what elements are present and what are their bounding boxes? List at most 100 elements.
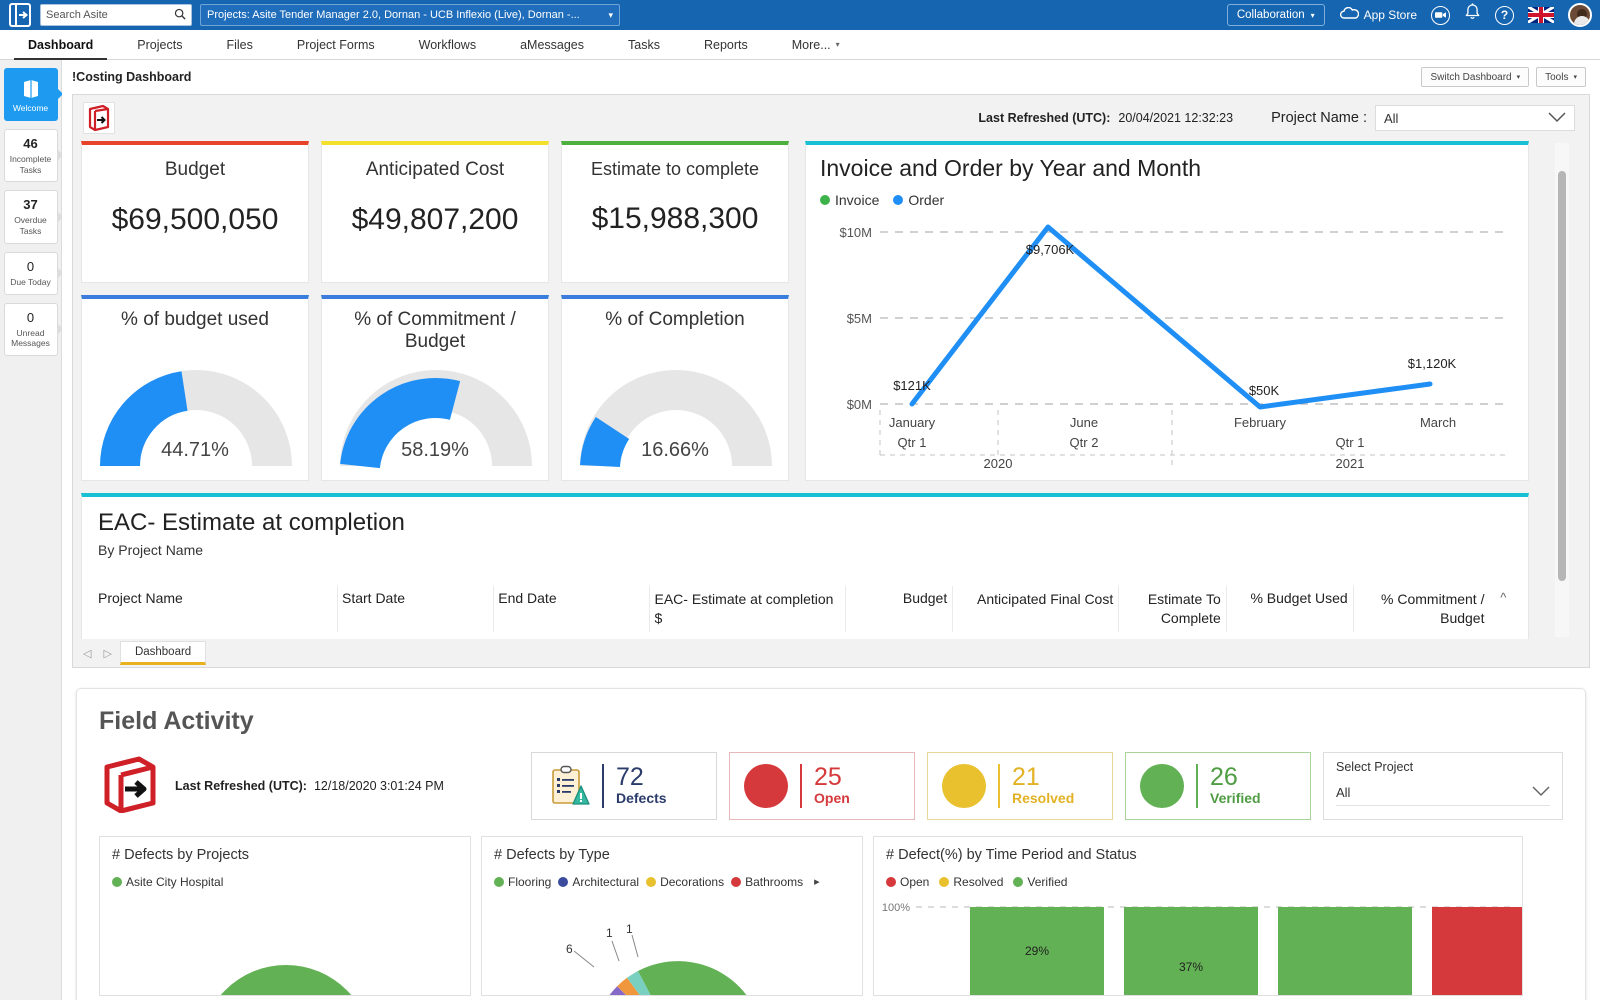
report-scrollbar-thumb[interactable]: [1558, 171, 1566, 581]
svg-text:$5M: $5M: [847, 311, 872, 326]
legend-item-flooring[interactable]: Flooring: [494, 875, 551, 889]
eac-column-estimate-to-complete[interactable]: Estimate To Complete: [1123, 586, 1231, 632]
tools-button[interactable]: Tools ▾: [1536, 67, 1586, 87]
user-avatar-icon[interactable]: [1568, 3, 1592, 27]
nav-tab-more[interactable]: More... ▾: [770, 30, 862, 59]
stat-card-defects[interactable]: 72 Defects: [531, 752, 717, 820]
chevron-left-icon[interactable]: ◁: [79, 647, 95, 660]
gauge-card-commitment-budget[interactable]: % of Commitment / Budget 58.19%: [321, 295, 549, 481]
sidebar-item-incomplete-tasks[interactable]: 46 Incomplete Tasks: [3, 128, 63, 183]
stat-card-resolved[interactable]: 21 Resolved: [927, 752, 1113, 820]
chevron-down-icon: ▾: [1310, 10, 1315, 20]
legend-item-decorations[interactable]: Decorations: [646, 875, 724, 889]
nav-tab-workflows[interactable]: Workflows: [397, 30, 498, 59]
nav-tab-label: Project Forms: [296, 37, 375, 52]
notification-bell-icon[interactable]: [1464, 3, 1481, 27]
legend-item-architectural[interactable]: Architectural: [558, 875, 639, 889]
report-header: Last Refreshed (UTC): 20/04/2021 12:32:2…: [73, 95, 1589, 141]
defects-by-projects-panel[interactable]: # Defects by Projects Asite City Hospita…: [99, 836, 471, 996]
chevron-down-icon[interactable]: [1548, 111, 1566, 126]
stat-label: Defects: [616, 789, 667, 806]
sidebar-item-overdue-tasks[interactable]: 37 Overdue Tasks: [3, 190, 63, 244]
chart-title: Invoice and Order by Year and Month: [820, 155, 1202, 181]
nav-tab-label: Files: [226, 37, 253, 52]
top-app-bar: Search Asite Projects: Asite Tender Mana…: [0, 0, 1600, 30]
search-input[interactable]: Search Asite: [40, 4, 192, 26]
sidebar-item-label: Due Today: [10, 276, 51, 287]
nav-tab-amessages[interactable]: aMessages: [498, 30, 606, 59]
eac-column-start-date[interactable]: Start Date: [342, 586, 498, 632]
asite-logo-icon[interactable]: [8, 2, 32, 28]
kpi-card-estimate-to-complete[interactable]: Estimate to complete $15,988,300: [561, 141, 789, 283]
nav-tab-reports[interactable]: Reports: [682, 30, 770, 59]
eac-column-budget-used[interactable]: % Budget Used: [1231, 586, 1358, 632]
legend-item-verified[interactable]: Verified: [1013, 875, 1067, 889]
legend-item-invoice[interactable]: Invoice: [820, 192, 879, 208]
eac-table-panel[interactable]: EAC- Estimate at completion By Project N…: [81, 493, 1529, 643]
project-name-value: All: [1384, 110, 1399, 126]
help-question-icon[interactable]: ?: [1495, 5, 1514, 25]
nav-tab-label: Dashboard: [28, 37, 94, 52]
tools-label: Tools: [1545, 71, 1569, 83]
eac-column-anticipated-final-cost[interactable]: Anticipated Final Cost: [957, 586, 1123, 632]
uk-flag-icon[interactable]: [1528, 7, 1554, 23]
kpi-card-anticipated-cost[interactable]: Anticipated Cost $49,807,200: [321, 141, 549, 283]
select-project-control[interactable]: All: [1336, 780, 1550, 806]
chevron-down-icon[interactable]: ▾: [608, 10, 613, 21]
video-camera-icon[interactable]: [1431, 5, 1450, 25]
sidebar-item-due-today[interactable]: 0 Due Today: [3, 251, 63, 295]
legend-item-asite-city-hospital[interactable]: Asite City Hospital: [112, 875, 223, 889]
invoice-order-line-chart[interactable]: Invoice and Order by Year and Month Invo…: [805, 141, 1529, 481]
page-title: !Costing Dashboard: [72, 70, 192, 84]
sidebar-item-label: Incomplete Tasks: [9, 153, 52, 175]
nav-tab-project-forms[interactable]: Project Forms: [275, 30, 397, 59]
eac-column-end-date[interactable]: End Date: [498, 586, 654, 632]
sidebar-item-welcome[interactable]: Welcome: [3, 68, 63, 121]
main-navigation: Dashboard Projects Files Project Forms W…: [0, 30, 1600, 60]
stat-card-open[interactable]: 25 Open: [729, 752, 915, 820]
eac-column-commitment-budget[interactable]: % Commitment / Budget: [1358, 590, 1495, 628]
defect-pct-by-time-period-panel[interactable]: # Defect(%) by Time Period and Status Op…: [873, 836, 1523, 996]
report-page-tab-dashboard[interactable]: Dashboard: [119, 641, 207, 665]
nav-tab-projects[interactable]: Projects: [115, 30, 204, 59]
gauge-label: % of budget used: [121, 309, 269, 330]
field-activity-toolbar: Last Refreshed (UTC): 12/18/2020 3:01:24…: [99, 752, 1563, 820]
eac-column-eac-estimate[interactable]: EAC- Estimate at completion $: [654, 586, 849, 632]
stat-card-verified[interactable]: 26 Verified: [1125, 752, 1311, 820]
asite-report-icon: [83, 102, 115, 134]
eac-column-project-name[interactable]: Project Name: [98, 586, 342, 632]
svg-text:$9,706K: $9,706K: [1026, 242, 1075, 257]
project-scope-selector[interactable]: Projects: Asite Tender Manager 2.0, Dorn…: [200, 4, 620, 26]
nav-tab-tasks[interactable]: Tasks: [606, 30, 682, 59]
switch-dashboard-button[interactable]: Switch Dashboard ▾: [1421, 67, 1530, 87]
chevron-down-icon[interactable]: [1532, 785, 1550, 800]
legend-item-resolved[interactable]: Resolved: [939, 875, 1003, 889]
kpi-card-budget[interactable]: Budget $69,500,050: [81, 141, 309, 283]
nav-tab-files[interactable]: Files: [204, 30, 274, 59]
legend-item-open[interactable]: Open: [886, 875, 929, 889]
nav-tab-dashboard[interactable]: Dashboard: [6, 30, 115, 60]
chevron-up-icon[interactable]: ^: [1494, 590, 1512, 628]
gauge-card-budget-used[interactable]: % of budget used 44.71%: [81, 295, 309, 481]
report-vertical-scrollbar[interactable]: [1555, 143, 1569, 637]
kpi-value: $69,500,050: [111, 202, 279, 236]
legend-item-bathrooms[interactable]: Bathrooms: [731, 875, 803, 889]
gauge-card-completion[interactable]: % of Completion 16.66%: [561, 295, 789, 481]
kpi-row-values: Budget $69,500,050 Anticipated Cost $49,…: [81, 141, 793, 283]
app-store-button[interactable]: App Store: [1339, 6, 1417, 23]
sidebar-item-unread-messages[interactable]: 0 Unread Messages: [3, 302, 63, 356]
chevron-right-icon[interactable]: ▷: [99, 647, 115, 660]
search-icon[interactable]: [174, 8, 186, 23]
legend-label: Architectural: [572, 875, 640, 889]
select-project-filter[interactable]: Select Project All: [1323, 752, 1563, 820]
collaboration-button[interactable]: Collaboration ▾: [1226, 4, 1325, 26]
eac-column-budget[interactable]: Budget: [850, 586, 958, 632]
nav-tab-label: More...: [791, 37, 831, 52]
nav-tab-label: Reports: [703, 37, 748, 52]
svg-text:Qtr 2: Qtr 2: [1070, 435, 1099, 450]
project-name-select[interactable]: All: [1375, 105, 1575, 131]
legend-item-order[interactable]: Order: [893, 192, 944, 208]
defects-by-type-panel[interactable]: # Defects by Type Flooring Architectural: [481, 836, 863, 996]
svg-text:Qtr 1: Qtr 1: [898, 435, 927, 450]
chevron-right-icon[interactable]: ▸: [814, 875, 820, 889]
